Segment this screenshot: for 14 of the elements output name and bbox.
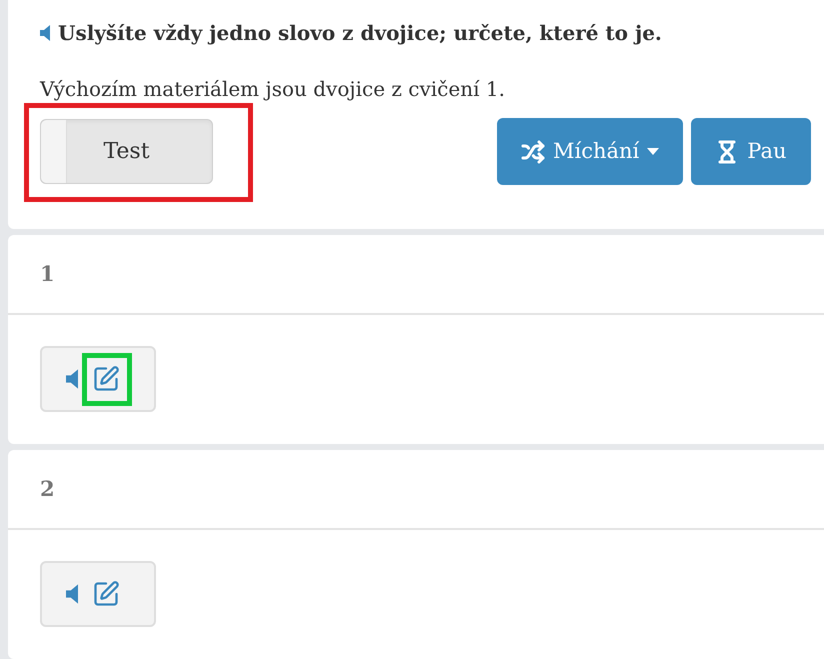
shuffle-dropdown-button[interactable]: Míchání (497, 118, 684, 185)
speaker-icon (40, 25, 50, 41)
item-number: 1 (40, 260, 55, 288)
pause-button[interactable]: Pau (691, 118, 811, 185)
instruction-text: Uslyšíte vždy jedno slovo z dvojice; určete, které to je. (58, 20, 662, 47)
description-text: Výchozím materiálem jsou dvojice z cvičení 1. (40, 76, 506, 103)
edit-icon[interactable] (92, 580, 120, 608)
edit-icon[interactable] (92, 365, 120, 393)
shuffle-icon (521, 140, 545, 164)
caret-icon (647, 148, 660, 155)
test-toggle[interactable]: Test (40, 119, 213, 184)
speaker-icon (66, 369, 78, 389)
speaker-icon (66, 584, 78, 604)
item-number: 2 (40, 475, 55, 504)
